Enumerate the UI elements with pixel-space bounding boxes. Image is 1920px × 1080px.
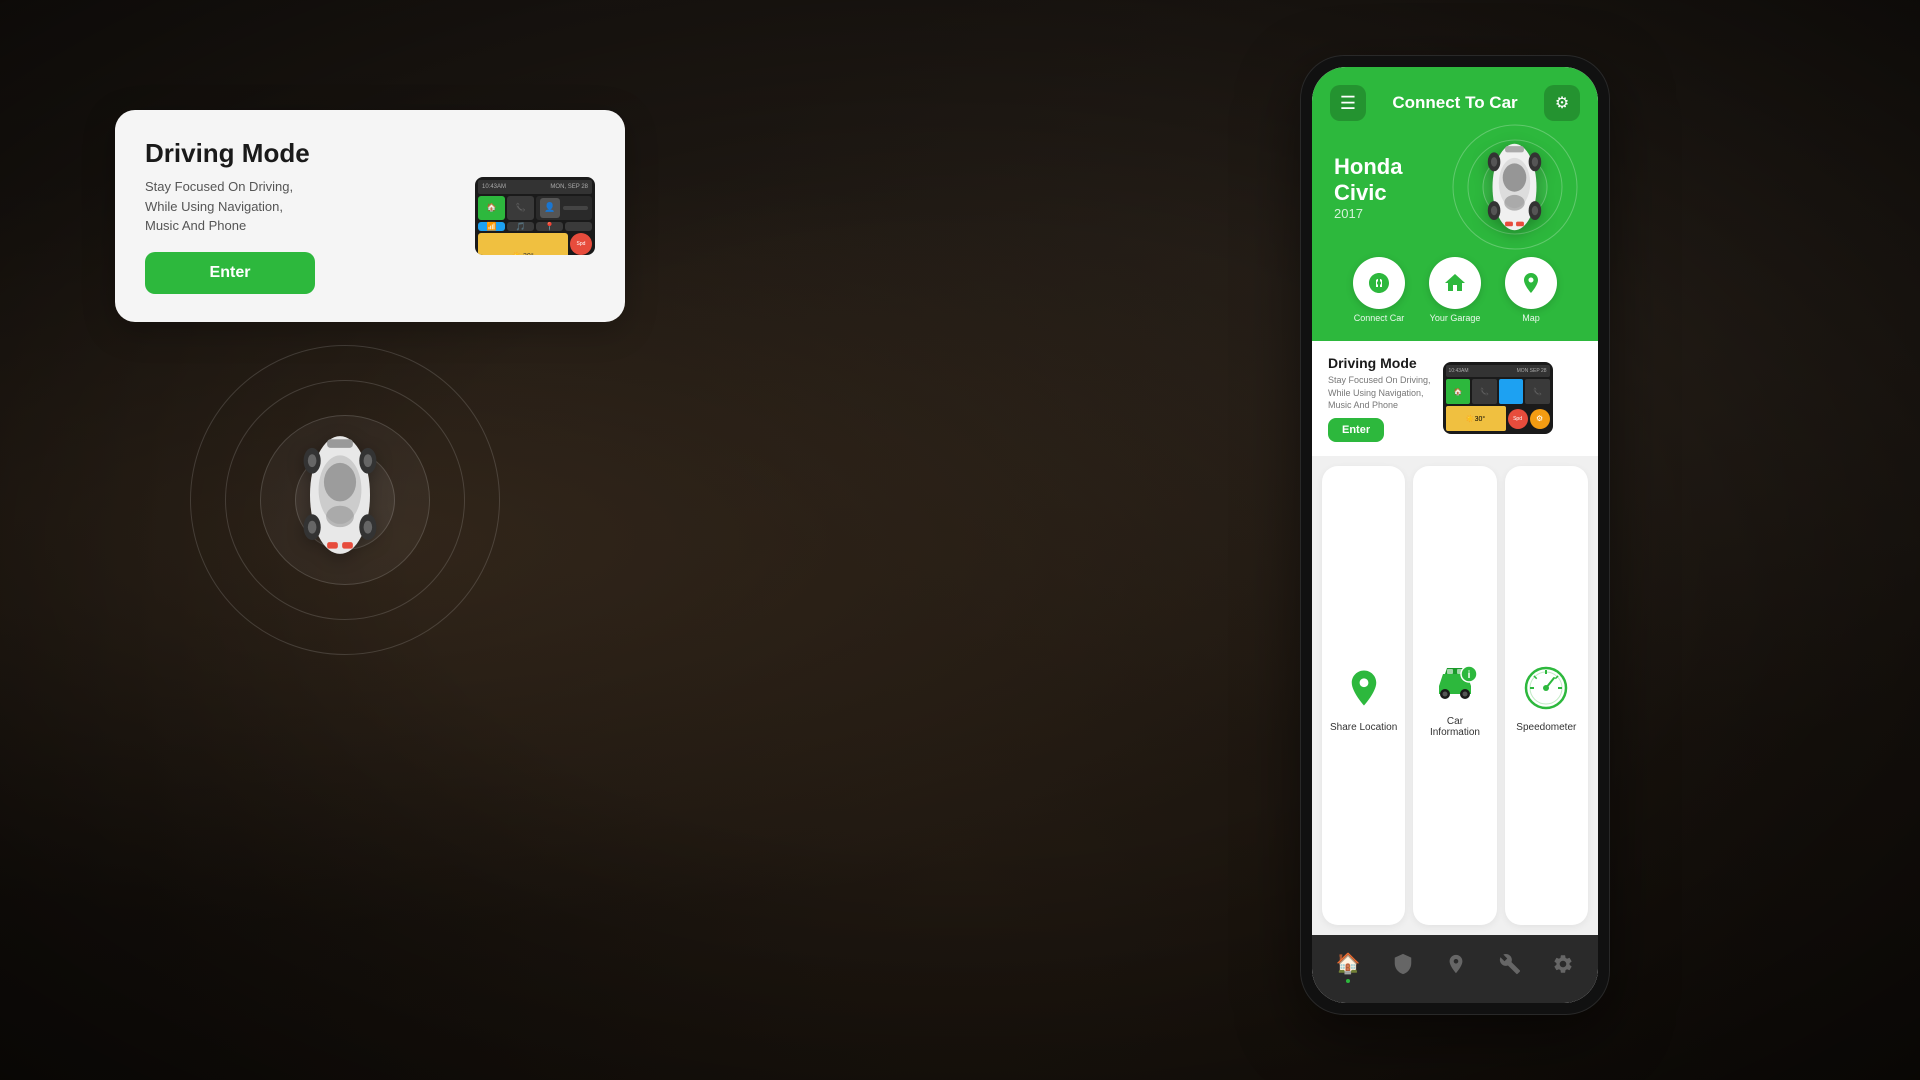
- quick-action-connect[interactable]: Connect Car: [1353, 257, 1405, 323]
- car-top-view-large: [295, 420, 395, 580]
- phone-driving-mode-text: Driving Mode Stay Focused On Driving,Whi…: [1328, 355, 1431, 442]
- share-location-label: Share Location: [1330, 722, 1397, 733]
- garage-icon-btn: [1429, 257, 1481, 309]
- speedometer-label: Speedometer: [1516, 722, 1576, 733]
- car-info-row: Honda Civic 2017: [1330, 137, 1580, 237]
- smartphone-screen: ☰ Connect To Car ⚙ Honda Civic 2017: [1312, 67, 1598, 1003]
- settings-icon: ⚙: [1555, 93, 1569, 113]
- speedometer-icon: [1520, 662, 1572, 714]
- tools-nav-icon: [1499, 953, 1521, 981]
- quick-action-map[interactable]: Map: [1505, 257, 1557, 323]
- phone-driving-mode-title: Driving Mode: [1328, 355, 1431, 371]
- nav-active-indicator: [1346, 979, 1350, 983]
- nav-shield[interactable]: [1384, 949, 1422, 985]
- bottom-navigation: 🏠: [1312, 935, 1598, 1003]
- app-header: ☰ Connect To Car ⚙ Honda Civic 2017: [1312, 67, 1598, 341]
- phone-driving-mode-preview: 10:43AMMON SEP 28 🏠 📞 📞 ☀️30° Spd ⚙: [1443, 362, 1553, 434]
- phone-driving-mode-section: Driving Mode Stay Focused On Driving,Whi…: [1312, 341, 1598, 456]
- quick-actions: Connect Car Your Garage: [1330, 247, 1580, 341]
- car-image-phone: [1454, 137, 1576, 237]
- nav-settings[interactable]: [1544, 949, 1582, 985]
- connect-car-label: Connect Car: [1354, 313, 1405, 323]
- app-title: Connect To Car: [1392, 93, 1517, 113]
- feature-cards-grid: Share Location: [1312, 456, 1598, 935]
- driving-mode-title: Driving Mode: [145, 138, 455, 169]
- driving-mode-phone-preview: 10:43AM MON, SEP 28 🏠 📞 👤 📶 🎵 📍: [475, 177, 595, 255]
- nav-tools[interactable]: [1491, 949, 1529, 985]
- nav-location[interactable]: [1437, 949, 1475, 985]
- driving-mode-desc: Stay Focused On Driving,While Using Navi…: [145, 177, 455, 236]
- connect-car-icon-btn: [1353, 257, 1405, 309]
- car-radar-display: [185, 340, 505, 660]
- menu-button[interactable]: ☰: [1330, 85, 1366, 121]
- car-info-icon: i: [1429, 656, 1481, 708]
- smartphone-frame: ☰ Connect To Car ⚙ Honda Civic 2017: [1300, 55, 1610, 1015]
- shield-nav-icon: [1392, 953, 1414, 981]
- map-icon-btn: [1505, 257, 1557, 309]
- share-location-icon: [1338, 662, 1390, 714]
- quick-action-garage[interactable]: Your Garage: [1429, 257, 1481, 323]
- driving-mode-enter-button[interactable]: Enter: [145, 252, 315, 294]
- feature-card-speedometer[interactable]: Speedometer: [1505, 466, 1588, 925]
- car-year: 2017: [1334, 206, 1454, 221]
- svg-text:i: i: [1468, 670, 1471, 681]
- home-nav-icon: 🏠: [1336, 951, 1361, 976]
- car-name-section: Honda Civic 2017: [1334, 154, 1454, 221]
- feature-card-car-info[interactable]: i Car Information: [1413, 466, 1496, 925]
- map-label: Map: [1522, 313, 1540, 323]
- settings-nav-icon: [1552, 953, 1574, 981]
- app-topbar: ☰ Connect To Car ⚙: [1330, 85, 1580, 121]
- garage-label: Your Garage: [1430, 313, 1481, 323]
- phone-driving-mode-desc: Stay Focused On Driving,While Using Navi…: [1328, 374, 1431, 412]
- driving-mode-card: Driving Mode Stay Focused On Driving,Whi…: [115, 110, 625, 322]
- location-nav-icon: [1445, 953, 1467, 981]
- menu-icon: ☰: [1340, 93, 1356, 114]
- car-name: Honda Civic: [1334, 154, 1454, 206]
- car-info-label: Car Information: [1421, 716, 1488, 738]
- feature-card-share-location[interactable]: Share Location: [1322, 466, 1405, 925]
- phone-driving-mode-enter[interactable]: Enter: [1328, 418, 1384, 442]
- nav-home[interactable]: 🏠: [1328, 947, 1369, 987]
- settings-button[interactable]: ⚙: [1544, 85, 1580, 121]
